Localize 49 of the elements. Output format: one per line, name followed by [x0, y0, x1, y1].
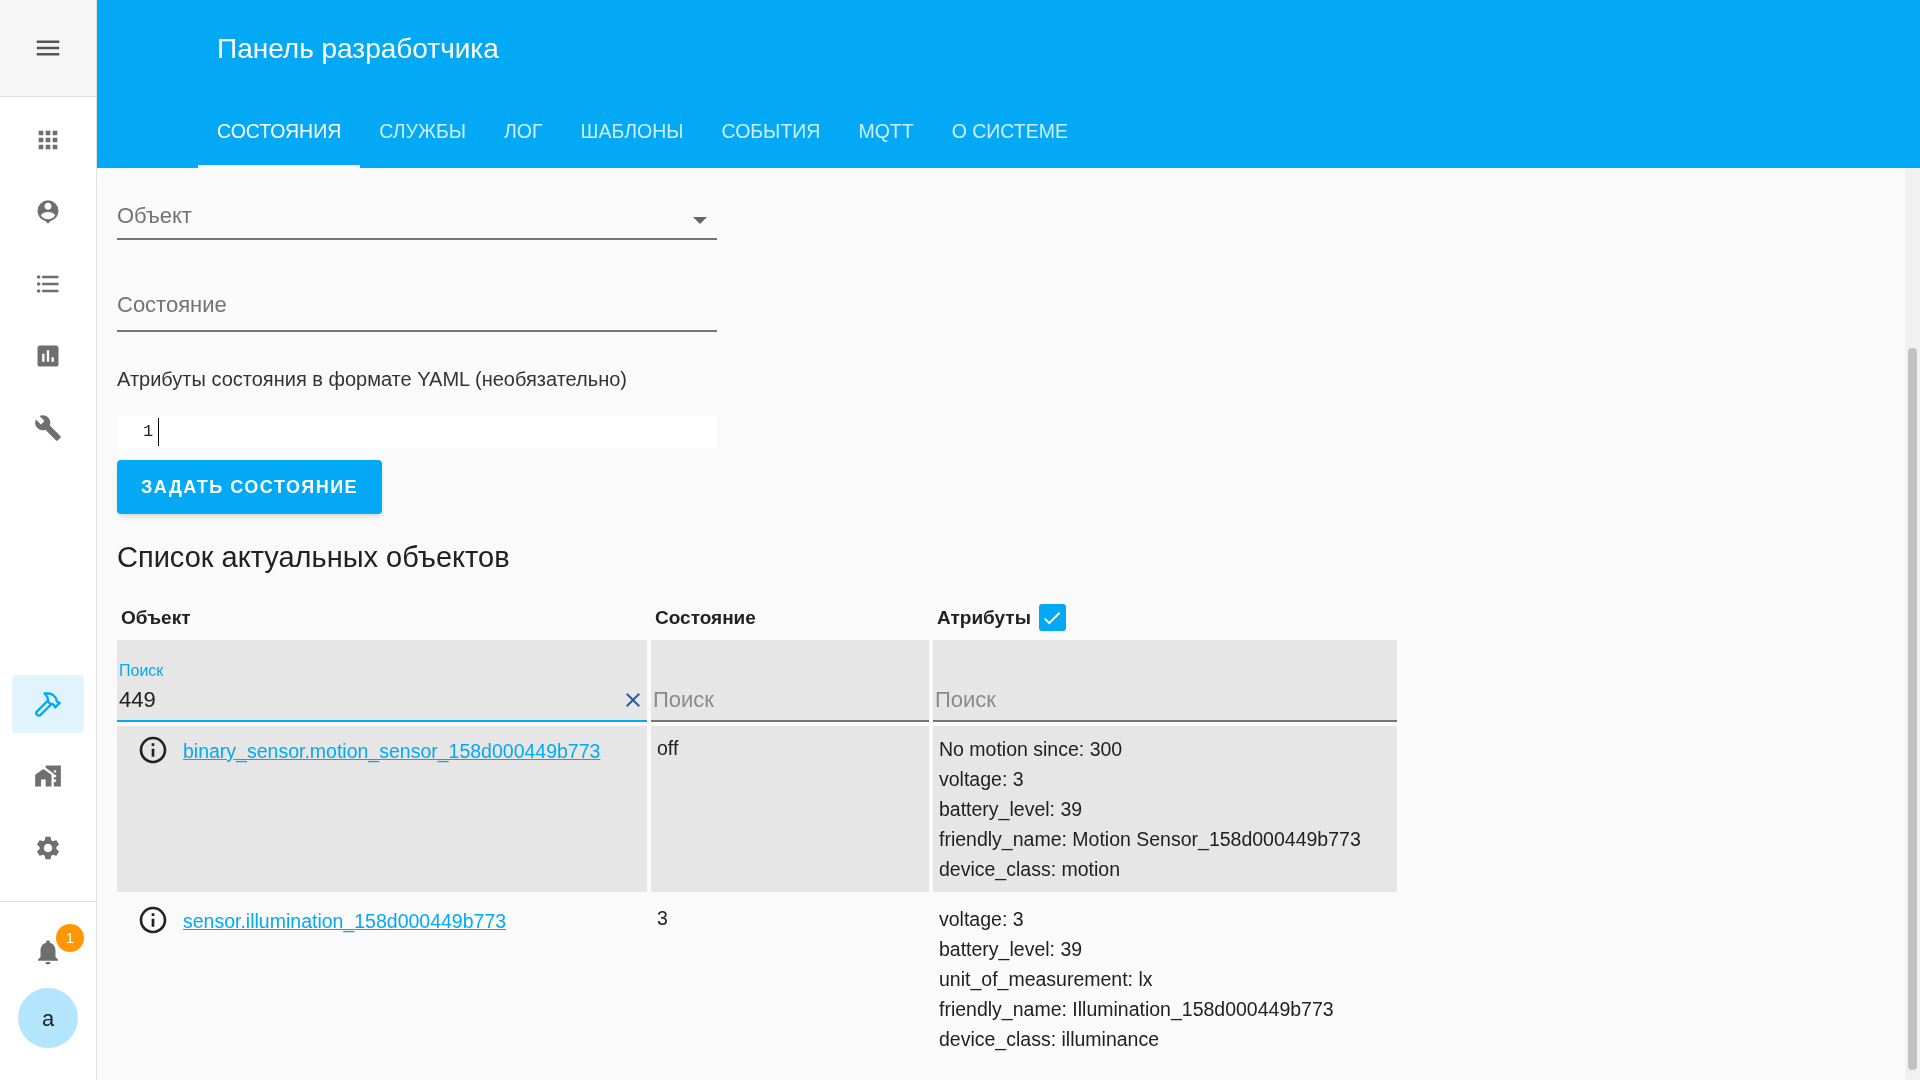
tab[interactable]: ЛОГ [485, 98, 562, 168]
section-title: Список актуальных объектов [117, 540, 511, 575]
attribute-line: voltage: 3 [939, 907, 1025, 932]
notification-badge: 1 [56, 924, 84, 952]
set-state-button[interactable]: ЗАДАТЬ СОСТОЯНИЕ [117, 460, 383, 514]
attributes-checkbox[interactable] [1038, 604, 1066, 632]
attribute-line: battery_level: 39 [939, 797, 1084, 823]
tab[interactable]: О СИСТЕМЕ [932, 98, 1087, 168]
attribute-line: No motion since: 300 [939, 737, 1124, 762]
attributes-label: Атрибуты состояния в формате YAML (необязательно) [117, 367, 628, 392]
entity-link[interactable]: binary_sensor.motion_sensor_158d000449b773 [183, 737, 601, 767]
wrench-icon [34, 414, 62, 442]
yaml-editor[interactable]: 1 [117, 416, 717, 448]
tab[interactable]: СОСТОЯНИЯ [198, 98, 361, 168]
settings-icon [34, 834, 62, 862]
attribute-line: device_class: illuminance [939, 1027, 1161, 1053]
user-avatar[interactable]: a [18, 988, 78, 1048]
column-header: Объект [121, 605, 191, 630]
filter-input[interactable]: 449 [117, 683, 621, 716]
dropdown-icon [693, 217, 707, 224]
filter-input[interactable]: Поиск [651, 683, 929, 716]
info-icon [137, 734, 169, 766]
attribute-line: voltage: 3 [939, 767, 1025, 792]
filter-field[interactable]: Поиск [933, 640, 1397, 722]
tab[interactable]: СЛУЖБЫ [360, 98, 485, 168]
column-header: Атрибуты [937, 605, 1031, 630]
state-field[interactable]: Состояние [117, 280, 717, 332]
entity-placeholder: Объект [117, 202, 192, 230]
tab[interactable]: СОБЫТИЯ [702, 98, 840, 168]
entity-select[interactable]: Объект [117, 188, 717, 240]
attribute-line: device_class: motion [939, 857, 1121, 883]
hammer-icon [34, 690, 62, 718]
column-header: Состояние [655, 605, 756, 630]
attribute-line: battery_level: 39 [939, 937, 1084, 963]
state-value: 3 [657, 907, 668, 929]
filter-field[interactable]: Поиск 449 [117, 640, 647, 722]
attribute-line: friendly_name: Illumination_158d000449b773 [939, 997, 1335, 1023]
entity-link[interactable]: sensor.illumination_158d000449b773 [183, 907, 507, 937]
filter-input[interactable]: Поиск [933, 683, 1397, 716]
info-icon [137, 904, 169, 936]
page-title: Панель разработчика [217, 32, 499, 66]
filter-label: Поиск [118, 661, 165, 681]
attribute-line: unit_of_measurement: lx [939, 967, 1154, 993]
state-value: off [657, 737, 679, 759]
filter-field[interactable]: Поиск [651, 640, 929, 722]
line-number: 1 [143, 421, 154, 444]
tab[interactable]: MQTT [839, 98, 933, 168]
attribute-line: friendly_name: Motion Sensor_158d000449b773 [939, 827, 1362, 853]
tab[interactable]: ШАБЛОНЫ [561, 98, 703, 168]
